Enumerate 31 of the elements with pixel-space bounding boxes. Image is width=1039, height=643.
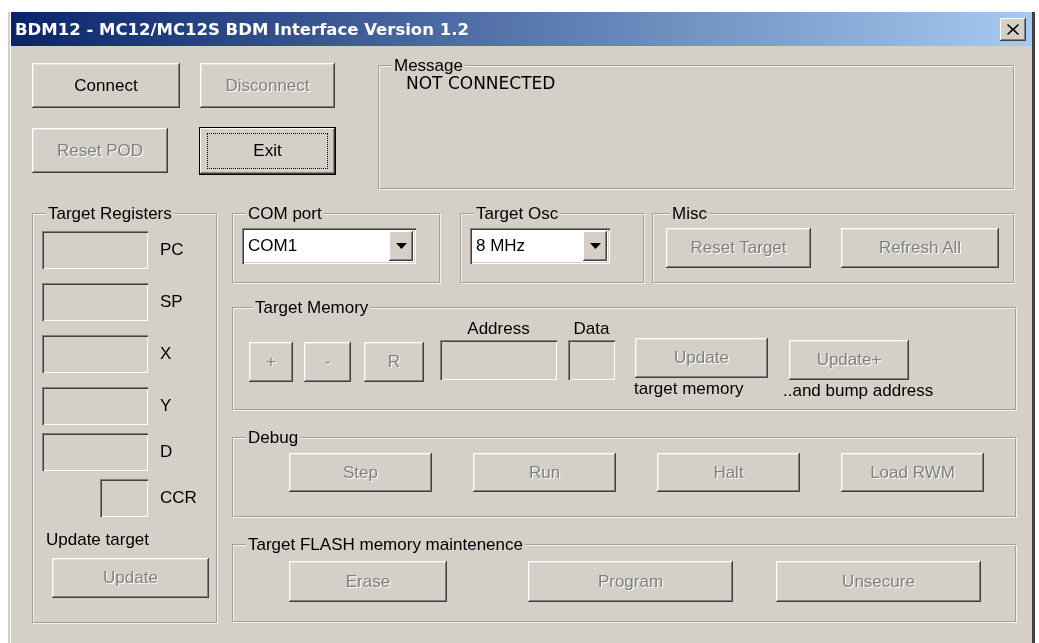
update-target-label: Update target [46, 530, 150, 550]
window-button[interactable]: Exit [200, 128, 335, 174]
data-label: Data [573, 318, 610, 340]
group-label: Target Osc [475, 204, 560, 224]
address-label: Address [467, 318, 530, 340]
close-icon [1007, 23, 1019, 35]
register-label: SP [160, 292, 183, 312]
group-label: Target Registers [47, 204, 173, 224]
update-plus-caption: ..and bump address [783, 381, 934, 401]
caret-icon [395, 243, 407, 249]
close-button[interactable] [1000, 17, 1026, 41]
window-button[interactable]: Connect [32, 63, 180, 108]
register-label: PC [160, 240, 184, 260]
update-caption: target memory [634, 379, 744, 399]
group-label: Target FLASH memory maintenence [247, 535, 524, 555]
register-label: Y [160, 396, 172, 416]
oscillator-dropdown[interactable]: 8 MHz [470, 228, 610, 264]
register-label: X [160, 344, 172, 364]
com-port-dropdown[interactable]: COM1 [242, 228, 416, 264]
status-message: NOT CONNECTED [406, 73, 557, 93]
register-label: D [160, 442, 173, 462]
group-label: Message [393, 56, 464, 76]
dropdown-arrow-button[interactable] [389, 231, 413, 261]
group-label: Target Memory [254, 298, 370, 318]
caret-icon [589, 243, 601, 249]
window-title: BDM12 - MC12/MC12S BDM Interface Version 1.2 [15, 19, 469, 39]
register-label: CCR [160, 488, 197, 508]
dropdown-arrow-button[interactable] [583, 231, 607, 261]
group-label: Misc [671, 204, 708, 224]
group-label: COM port [247, 204, 323, 224]
group-label: Debug [247, 428, 300, 448]
